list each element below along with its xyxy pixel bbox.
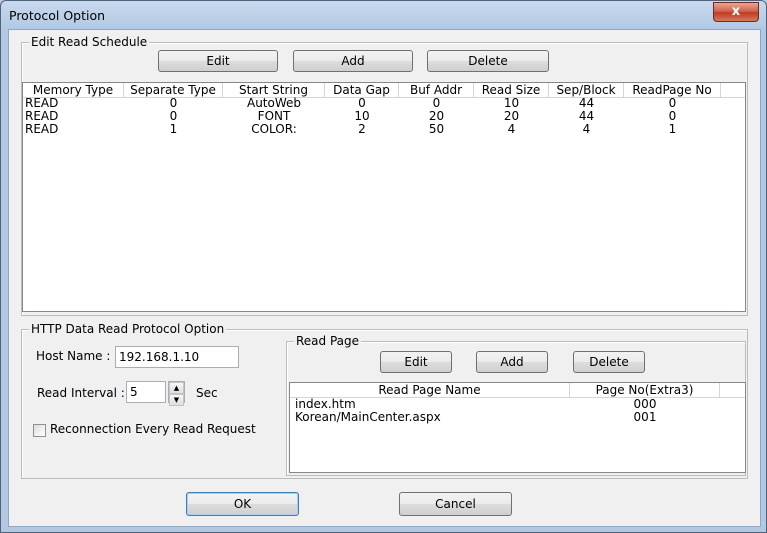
reconnect-checkbox[interactable] [33,424,46,437]
http-option-label: HTTP Data Read Protocol Option [29,322,227,336]
read-page-list-header: Read Page Name Page No(Extra3) [290,383,745,398]
page-add-button[interactable]: Add [476,351,548,373]
column-header-separate-type[interactable]: Separate Type [124,83,223,97]
read-page-cell: 001 [633,410,657,424]
page-edit-button[interactable]: Edit [380,351,452,373]
schedule-add-button[interactable]: Add [293,50,413,72]
schedule-list[interactable]: Memory Type Separate Type Start String D… [22,82,746,312]
column-header-read-page-name[interactable]: Read Page Name [290,383,570,397]
column-header-read-size[interactable]: Read Size [474,83,549,97]
schedule-row[interactable]: READ 1 COLOR: 2 50 4 4 1 [23,123,745,136]
schedule-cell: 4 [582,122,591,136]
schedule-row[interactable]: READ 0 FONT 10 20 20 44 0 [23,110,745,123]
schedule-edit-button[interactable]: Edit [158,50,278,72]
spin-up-icon[interactable]: ▲ [169,382,184,394]
column-header-memory-type[interactable]: Memory Type [23,83,124,97]
schedule-cell: READ [25,122,59,136]
read-interval-input[interactable]: 5 [126,381,166,403]
schedule-cell: 2 [358,122,366,136]
schedule-cell: 4 [507,122,516,136]
read-page-cell: Korean/MainCenter.aspx [295,410,441,424]
column-header-page-no[interactable]: Page No(Extra3) [570,383,720,397]
close-button[interactable]: x [713,2,759,22]
read-page-row[interactable]: Korean/MainCenter.aspx 001 [290,411,745,424]
read-page-label: Read Page [294,334,362,348]
host-name-input[interactable]: 192.168.1.10 [115,346,239,368]
column-header-sep-block[interactable]: Sep/Block [549,83,624,97]
read-page-list[interactable]: Read Page Name Page No(Extra3) index.htm… [289,382,746,473]
column-header-readpage-no[interactable]: ReadPage No [624,83,721,97]
protocol-option-window: Protocol Option x Edit Read Schedule Edi… [0,0,767,533]
read-interval-spinner[interactable]: ▲ ▼ [168,381,185,406]
window-title: Protocol Option [9,8,106,23]
close-icon: x [731,4,741,19]
column-header-buf-addr[interactable]: Buf Addr [399,83,474,97]
reconnect-label[interactable]: Reconnection Every Read Request [50,422,256,436]
host-name-label: Host Name : [36,349,111,363]
schedule-cell: 1 [169,122,178,136]
column-header-data-gap[interactable]: Data Gap [325,83,399,97]
schedule-cell: COLOR: [251,122,297,136]
schedule-list-header: Memory Type Separate Type Start String D… [23,83,745,98]
schedule-cell: 1 [668,122,677,136]
schedule-delete-button[interactable]: Delete [427,50,549,72]
edit-read-schedule-label: Edit Read Schedule [29,35,150,49]
schedule-cell: 50 [428,122,445,136]
interval-unit-label: Sec [196,386,218,400]
read-interval-label: Read Interval : [37,386,125,400]
cancel-button[interactable]: Cancel [399,492,512,516]
title-bar[interactable]: Protocol Option x [1,1,766,29]
ok-button[interactable]: OK [186,492,299,516]
page-delete-button[interactable]: Delete [573,351,645,373]
spin-down-icon[interactable]: ▼ [169,394,184,406]
dialog-client-area: Edit Read Schedule Edit Add Delete Memor… [8,29,761,527]
column-header-start-string[interactable]: Start String [223,83,325,97]
schedule-row[interactable]: READ 0 AutoWeb 0 0 10 44 0 [23,97,745,110]
